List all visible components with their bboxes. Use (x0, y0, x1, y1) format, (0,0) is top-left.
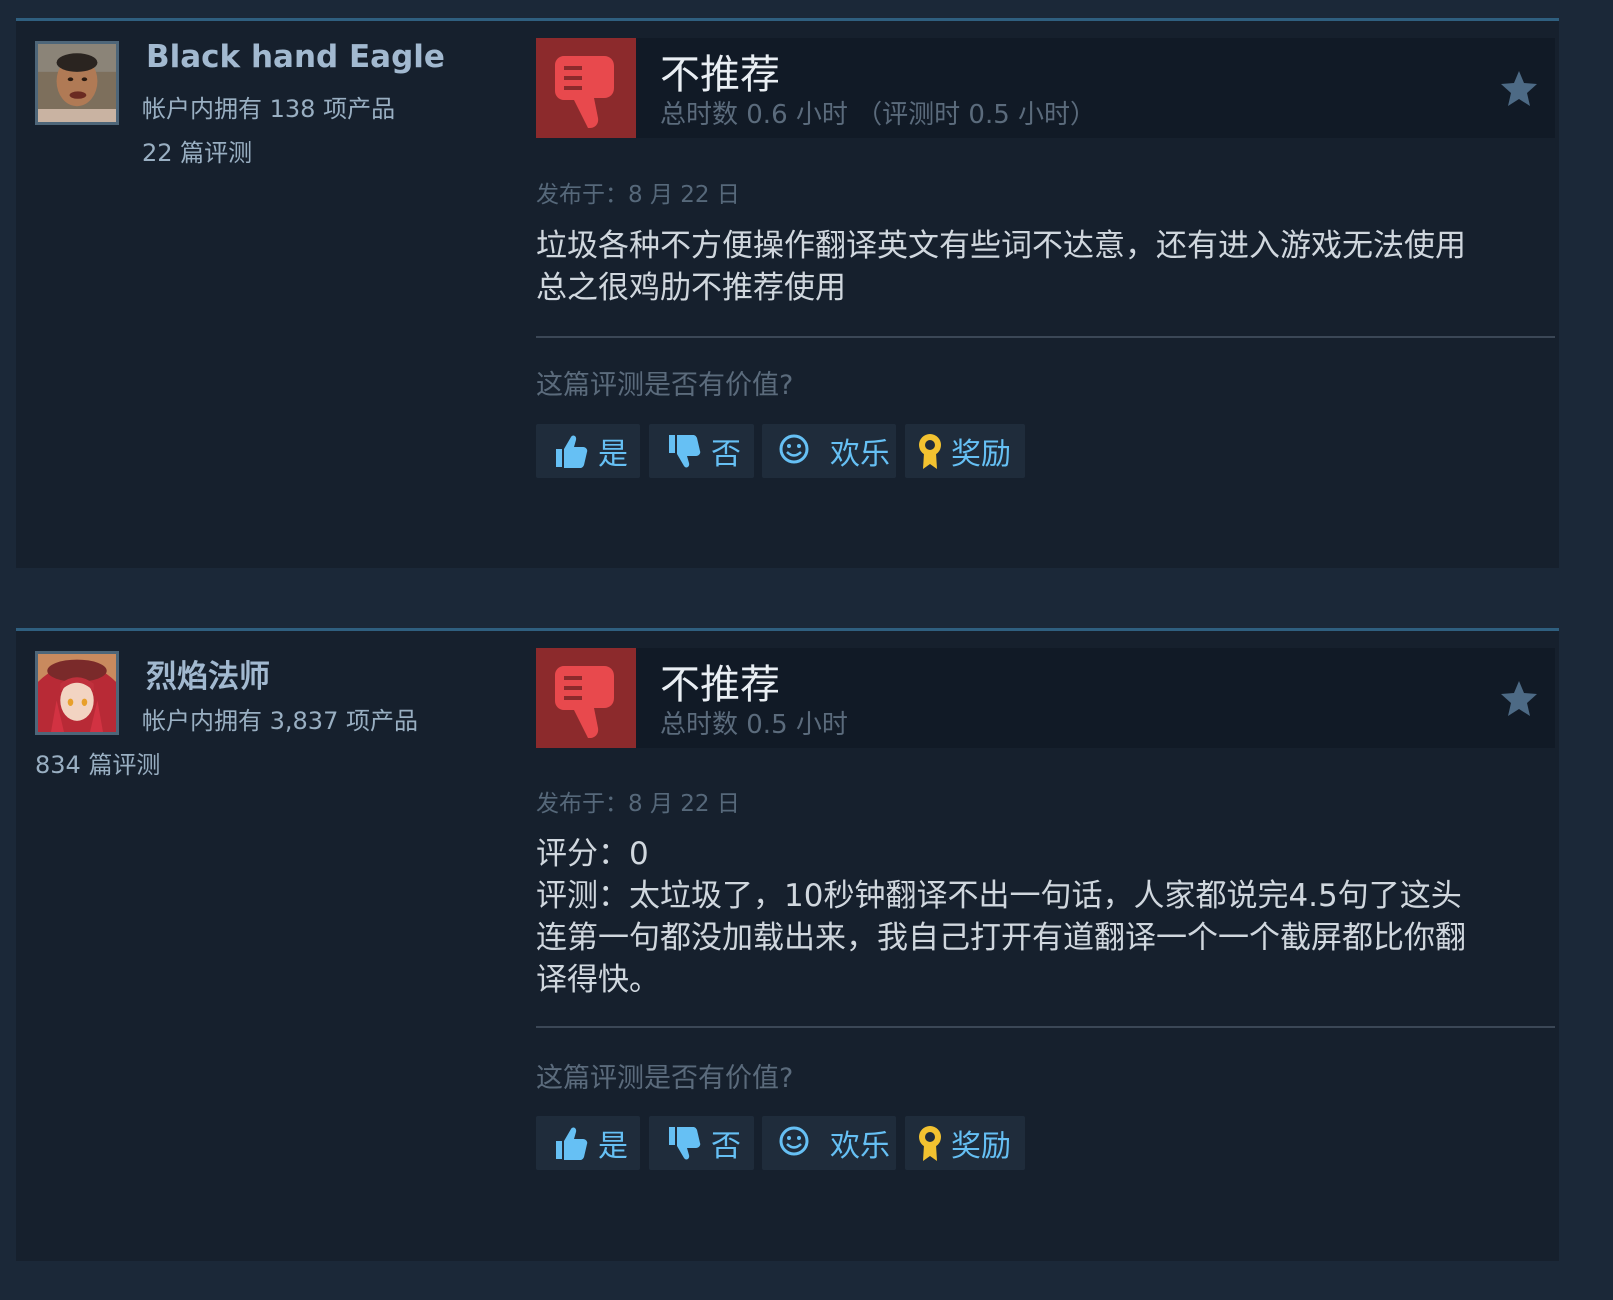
review-count[interactable]: 22 篇评测 (142, 133, 252, 168)
products-owned[interactable]: 帐户内拥有 138 项产品 (142, 89, 395, 124)
review-card: 烈焰法师 帐户内拥有 3,837 项产品 834 篇评测 不推荐 总时数 0.5… (16, 628, 1559, 1261)
review-line: 评分：0 (536, 836, 649, 872)
award-label: 奖励 (951, 437, 1011, 472)
username[interactable]: Black hand Eagle (146, 39, 445, 75)
vote-no-label: 否 (711, 437, 741, 472)
verdict-title: 不推荐 (660, 52, 780, 98)
verdict-title: 不推荐 (660, 662, 780, 708)
posted-date: 发布于：8 月 22 日 (536, 182, 740, 208)
vote-no-button[interactable]: 否 (649, 424, 754, 478)
review-count[interactable]: 834 篇评测 (35, 745, 160, 780)
vote-yes-button[interactable]: 是 (536, 424, 640, 478)
review-line: 评测：太垃圾了，10秒钟翻译不出一句话，人家都说完4.5句了这头 (536, 878, 1462, 914)
hours-played: 总时数 0.6 小时 （评测时 0.5 小时） (660, 100, 1097, 130)
user-avatar-photo-icon (38, 44, 116, 122)
vote-funny-button[interactable]: 欢乐 (762, 424, 896, 478)
vote-header[interactable]: 不推荐 总时数 0.6 小时 （评测时 0.5 小时） (536, 38, 1555, 138)
helpful-question: 这篇评测是否有价值? (536, 370, 794, 401)
vote-yes-button[interactable]: 是 (536, 1116, 640, 1170)
vote-yes-label: 是 (598, 437, 628, 472)
vote-yes-label: 是 (598, 1129, 628, 1164)
hours-played: 总时数 0.5 小时 (660, 710, 848, 740)
award-button[interactable]: 奖励 (905, 1116, 1025, 1170)
vote-header[interactable]: 不推荐 总时数 0.5 小时 (536, 648, 1555, 748)
vote-no-label: 否 (711, 1129, 741, 1164)
vote-no-button[interactable]: 否 (649, 1116, 754, 1170)
divider (536, 1026, 1555, 1028)
thumbs-up-icon (552, 1123, 588, 1163)
award-ribbon-icon (915, 1123, 945, 1163)
review-line: 总之很鸡肋不推荐使用 (536, 270, 846, 306)
award-ribbon-icon (915, 431, 945, 471)
review-text: 垃圾各种不方便操作翻译英文有些词不达意，还有进入游戏无法使用 总之很鸡肋不推荐使… (536, 225, 1546, 309)
avatar[interactable] (35, 651, 119, 735)
user-avatar-anime-icon (38, 654, 116, 732)
avatar[interactable] (35, 41, 119, 125)
review-line: 连第一句都没加载出来，我自己打开有道翻译一个一个截屏都比你翻 (536, 920, 1466, 956)
star-icon[interactable] (1499, 70, 1539, 108)
thumbs-up-icon (552, 431, 588, 471)
smiley-icon (778, 431, 814, 471)
thumbs-down-icon (536, 38, 636, 138)
vote-funny-button[interactable]: 欢乐 (762, 1116, 896, 1170)
divider (536, 336, 1555, 338)
review-line: 垃圾各种不方便操作翻译英文有些词不达意，还有进入游戏无法使用 (536, 228, 1466, 264)
review-line: 译得快。 (536, 962, 660, 998)
thumbs-down-icon (536, 648, 636, 748)
smiley-icon (778, 1123, 814, 1163)
vote-funny-label: 欢乐 (830, 437, 890, 472)
thumbs-down-icon (665, 1123, 701, 1163)
review-text: 评分：0 评测：太垃圾了，10秒钟翻译不出一句话，人家都说完4.5句了这头 连第… (536, 833, 1546, 1001)
star-icon[interactable] (1499, 680, 1539, 718)
vote-funny-label: 欢乐 (830, 1129, 890, 1164)
helpful-question: 这篇评测是否有价值? (536, 1063, 794, 1094)
award-button[interactable]: 奖励 (905, 424, 1025, 478)
review-card: Black hand Eagle 帐户内拥有 138 项产品 22 篇评测 不推… (16, 18, 1559, 568)
posted-date: 发布于：8 月 22 日 (536, 791, 740, 817)
award-label: 奖励 (951, 1129, 1011, 1164)
thumbs-down-icon (665, 431, 701, 471)
username[interactable]: 烈焰法师 (146, 651, 270, 696)
products-owned[interactable]: 帐户内拥有 3,837 项产品 (142, 701, 418, 736)
